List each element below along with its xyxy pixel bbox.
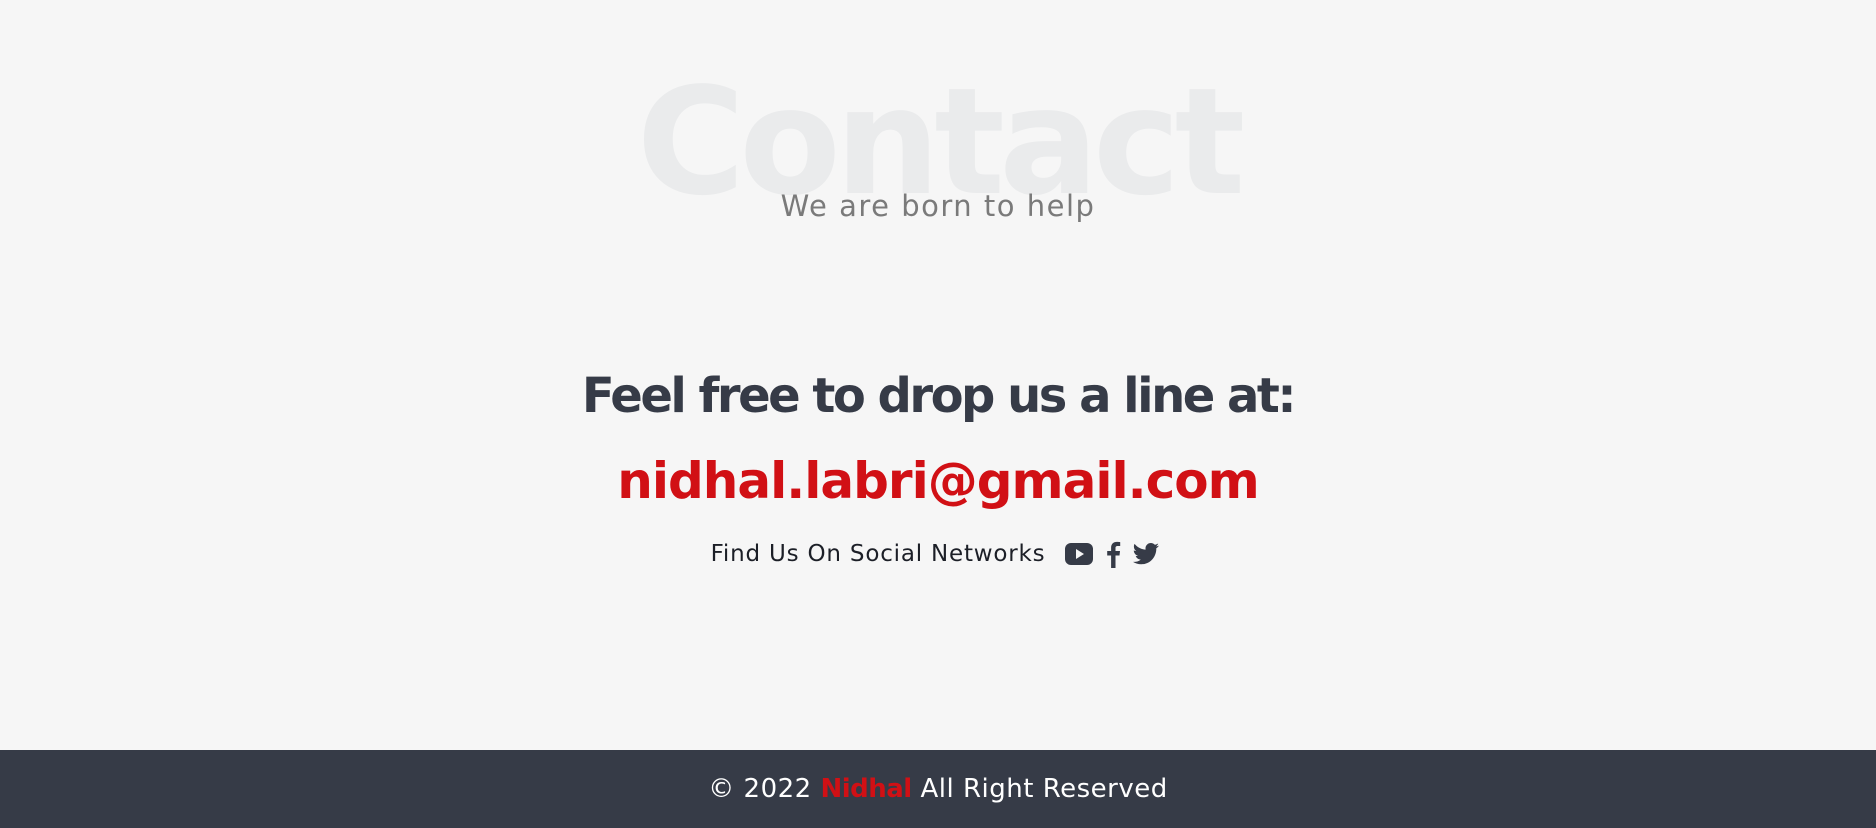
twitter-icon[interactable]	[1133, 538, 1160, 570]
footer: © 2022 Nidhal All Right Reserved	[0, 750, 1876, 828]
copyright-suffix: All Right Reserved	[920, 774, 1168, 804]
copyright-prefix: © 2022	[708, 774, 812, 804]
facebook-icon[interactable]	[1105, 538, 1121, 570]
social-networks-row: Find Us On Social Networks	[0, 538, 1876, 570]
footer-brand-name: Nidhal	[820, 774, 912, 804]
contact-section: Contact We are born to help Feel free to…	[0, 0, 1876, 750]
youtube-icon[interactable]	[1065, 538, 1094, 570]
social-networks-label: Find Us On Social Networks	[710, 541, 1046, 567]
contact-subtitle: We are born to help	[780, 189, 1096, 223]
contact-headline: Feel free to drop us a line at:	[581, 368, 1297, 424]
email-link[interactable]: nidhal.labri@gmail.com	[0, 456, 1876, 506]
footer-copyright: © 2022 Nidhal All Right Reserved	[708, 774, 1167, 804]
